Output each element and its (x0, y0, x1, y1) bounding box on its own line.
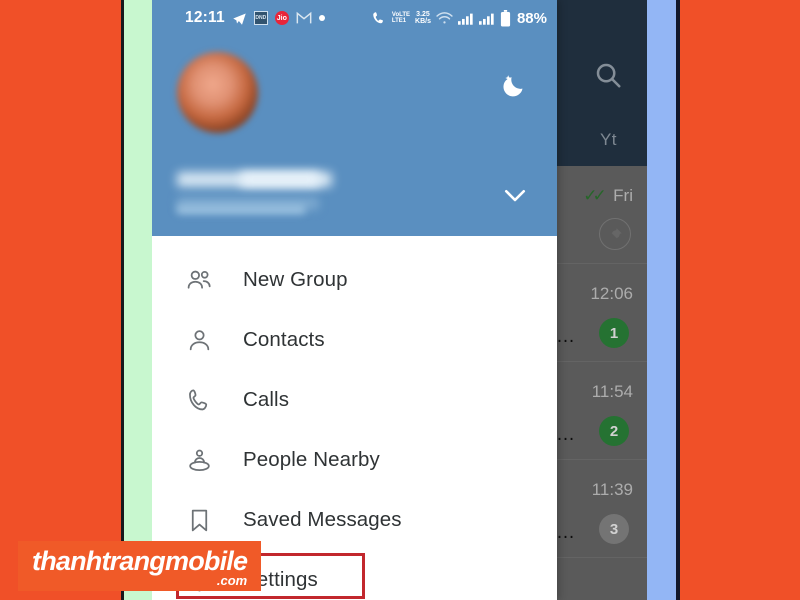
menu-item-people-nearby[interactable]: People Nearby (152, 430, 557, 490)
people-nearby-icon (182, 443, 216, 477)
wifi-icon (436, 11, 453, 25)
data-rate-indicator: 3.25 KB/s (415, 11, 431, 26)
menu-item-label: Contacts (243, 328, 325, 351)
telegram-icon (232, 11, 247, 26)
volte-line-2: LTE1 (391, 18, 407, 24)
phone-icon (182, 383, 216, 417)
avatar[interactable] (177, 52, 258, 133)
call-volte-icon (372, 11, 387, 26)
status-bar: 12:11 DND Jio VoLTE LTE1 3.25 KB/s 88% (152, 0, 557, 36)
battery-icon (500, 9, 511, 27)
navigation-drawer: 12:11 DND Jio VoLTE LTE1 3.25 KB/s 88% N… (152, 0, 557, 600)
menu-item-contacts[interactable]: Contacts (152, 310, 557, 370)
menu-item-label: People Nearby (243, 448, 380, 471)
menu-item-label: New Group (243, 268, 348, 291)
jio-label: Jio (276, 14, 287, 22)
signal-bars-icon (457, 12, 474, 25)
background-orange-right (680, 0, 800, 600)
person-icon (182, 323, 216, 357)
data-rate-value: 3.25 (416, 10, 430, 18)
strip-green (124, 0, 152, 600)
dnd-icon: DND (253, 11, 268, 25)
phone-screen: Yt ✓✓ Fri 12:06 an… 1 (152, 0, 647, 600)
menu-item-new-group[interactable]: New Group (152, 250, 557, 310)
drawer-header: 12:11 DND Jio VoLTE LTE1 3.25 KB/s 88% (152, 0, 557, 236)
group-people-icon (182, 263, 216, 297)
gmail-icon (296, 11, 312, 25)
volte-indicator: VoLTE LTE1 (392, 12, 410, 25)
status-clock: 12:11 (185, 9, 225, 26)
dot-icon (318, 15, 325, 21)
signal-bars-icon (478, 12, 495, 25)
profile-phone-blur-2 (177, 205, 305, 214)
strip-blue (647, 0, 676, 600)
jio-icon: Jio (274, 11, 289, 25)
menu-item-label: Saved Messages (243, 508, 402, 531)
chevron-down-icon[interactable] (500, 180, 530, 210)
bookmark-icon (182, 503, 216, 537)
background-orange-left (0, 0, 121, 600)
profile-name-blur-2 (240, 172, 320, 187)
watermark: thanhtrangmobile .com (18, 541, 262, 591)
watermark-main-text: thanhtrangmobile (32, 546, 248, 576)
moon-icon[interactable] (500, 70, 530, 100)
battery-percent: 88% (516, 9, 547, 27)
dnd-label: DND (255, 15, 267, 21)
menu-item-label: Calls (243, 388, 290, 411)
data-rate-unit: KB/s (415, 18, 431, 25)
menu-item-calls[interactable]: Calls (152, 370, 557, 430)
status-bar-right: VoLTE LTE1 3.25 KB/s 88% (372, 9, 547, 27)
status-bar-left: 12:11 DND Jio (185, 9, 325, 27)
